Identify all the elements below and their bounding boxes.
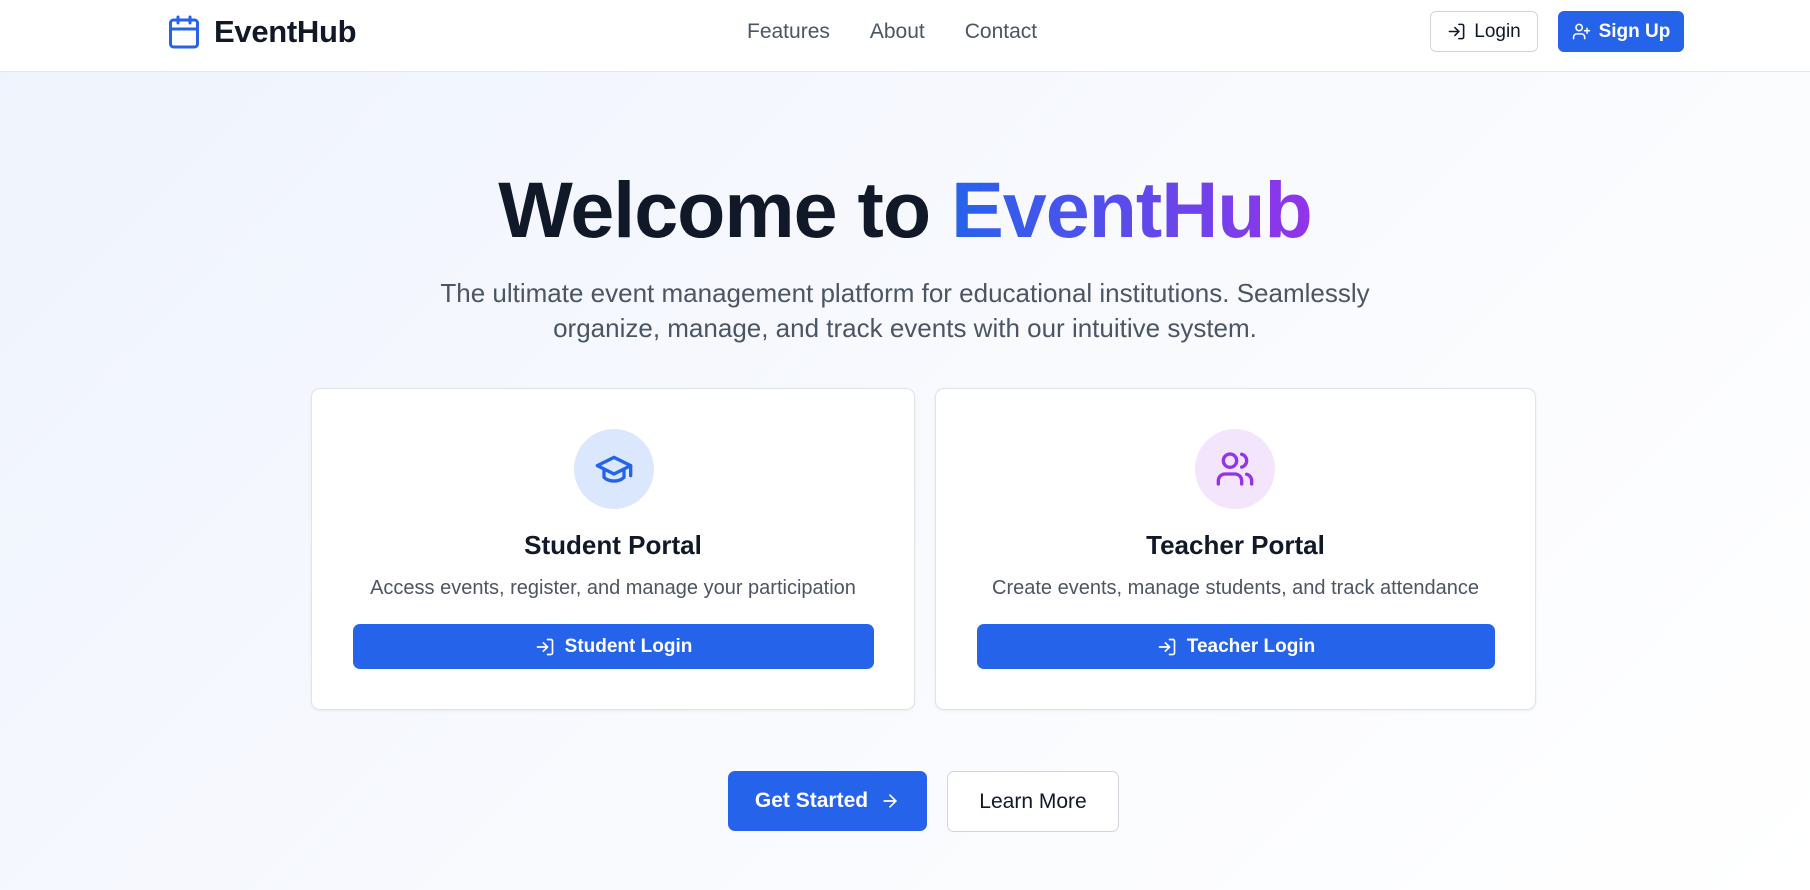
login-button[interactable]: Login bbox=[1430, 11, 1538, 52]
student-portal-card: Student Portal Access events, register, … bbox=[311, 388, 915, 710]
brand-logo[interactable]: EventHub bbox=[166, 12, 357, 52]
main-nav: Features About Contact bbox=[747, 18, 1037, 46]
student-portal-icon-badge bbox=[574, 429, 654, 509]
hero-title: Welcome to EventHub bbox=[0, 162, 1810, 258]
learn-more-button[interactable]: Learn More bbox=[947, 771, 1119, 832]
log-in-icon bbox=[536, 638, 553, 655]
teacher-login-label: Teacher Login bbox=[1186, 635, 1316, 657]
student-login-button[interactable]: Student Login bbox=[353, 624, 874, 669]
top-navbar: EventHub Features About Contact Login Si… bbox=[0, 0, 1810, 72]
teacher-portal-description: Create events, manage students, and trac… bbox=[992, 577, 1479, 599]
get-started-label: Get Started bbox=[754, 789, 869, 812]
nav-link-features[interactable]: Features bbox=[747, 20, 830, 44]
graduation-cap-icon bbox=[595, 455, 633, 483]
log-in-icon bbox=[1158, 638, 1176, 655]
student-portal-description: Access events, register, and manage your… bbox=[370, 577, 856, 599]
learn-more-label: Learn More bbox=[979, 789, 1087, 813]
teacher-portal-icon-badge bbox=[1195, 429, 1275, 509]
hero-title-brand: EventHub bbox=[951, 165, 1313, 254]
hero-subtitle: The ultimate event management platform f… bbox=[440, 278, 1370, 343]
calendar-icon bbox=[169, 15, 199, 49]
hero-title-prefix: Welcome to bbox=[498, 165, 931, 254]
signup-button[interactable]: Sign Up bbox=[1558, 11, 1684, 52]
teacher-login-button[interactable]: Teacher Login bbox=[977, 624, 1495, 669]
nav-link-contact[interactable]: Contact bbox=[965, 20, 1037, 44]
teacher-portal-card: Teacher Portal Create events, manage stu… bbox=[935, 388, 1536, 710]
log-in-icon bbox=[1448, 23, 1465, 40]
users-icon bbox=[1216, 452, 1254, 486]
signup-button-label: Sign Up bbox=[1598, 20, 1671, 42]
nav-link-about[interactable]: About bbox=[870, 20, 925, 44]
user-plus-icon bbox=[1572, 23, 1590, 40]
get-started-button[interactable]: Get Started bbox=[728, 771, 927, 831]
arrow-right-icon bbox=[883, 794, 897, 808]
student-login-label: Student Login bbox=[564, 635, 693, 657]
teacher-portal-title: Teacher Portal bbox=[1146, 530, 1325, 560]
student-portal-title: Student Portal bbox=[524, 530, 702, 560]
login-button-label: Login bbox=[1474, 20, 1521, 42]
brand-name: EventHub bbox=[214, 14, 357, 49]
